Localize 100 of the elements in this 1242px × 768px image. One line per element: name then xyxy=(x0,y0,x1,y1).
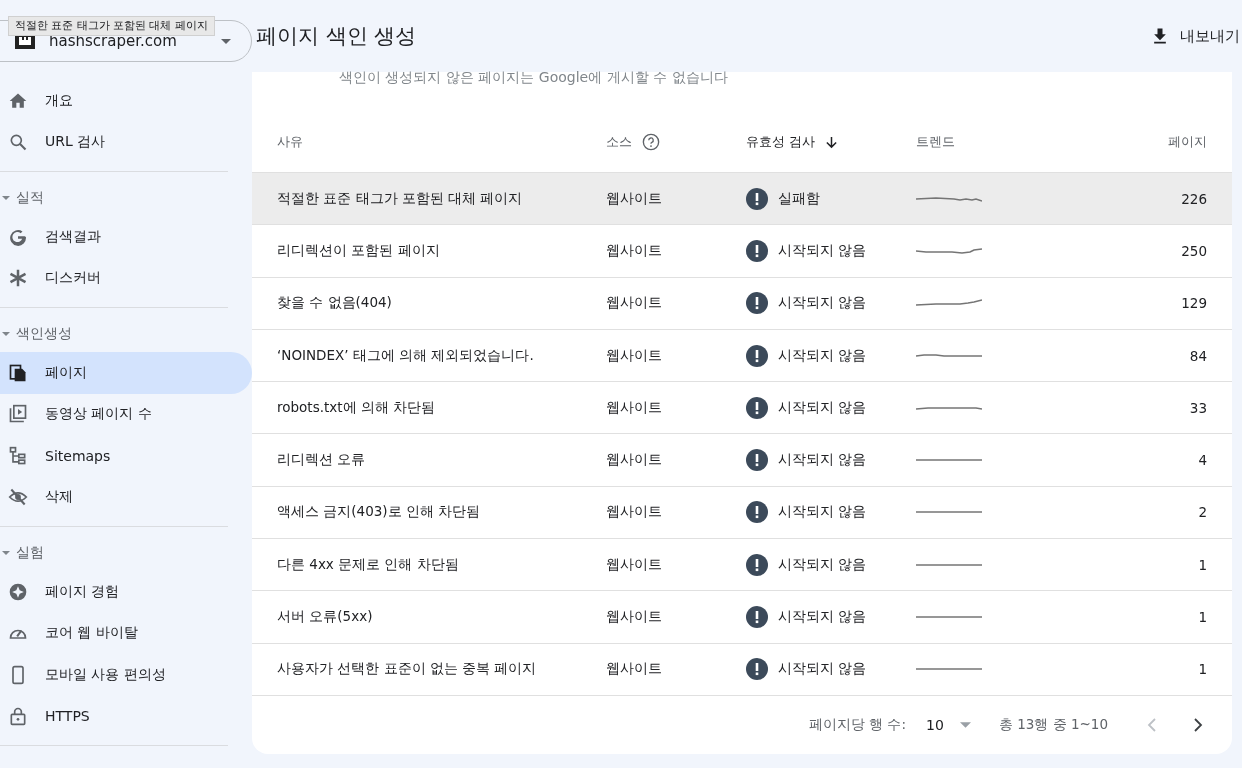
pages-cell-text: 1 xyxy=(1197,556,1208,573)
caret-icon xyxy=(2,196,10,200)
lock-icon xyxy=(8,706,28,727)
reason-cell-text: 리디렉션 오류 xyxy=(276,451,367,470)
validation-status: 시작되지 않음 xyxy=(778,398,867,417)
caret-icon xyxy=(2,551,10,555)
validation-status: 시작되지 않음 xyxy=(778,241,867,260)
dropdown-caret-icon xyxy=(959,721,971,728)
validation-status: 시작되지 않음 xyxy=(778,555,867,574)
source-cell-text: 웹사이트 xyxy=(606,660,663,679)
pages-cell-text: 226 xyxy=(1180,190,1208,207)
asterisk-icon xyxy=(8,268,28,289)
source-cell-text: 웹사이트 xyxy=(606,241,663,260)
validation-status: 시작되지 않음 xyxy=(778,346,867,365)
nav-item[interactable]: 모바일 사용 편의성 xyxy=(0,654,252,696)
column-header[interactable]: 페이지 xyxy=(1066,133,1232,151)
sparkle-circle-icon xyxy=(8,581,28,602)
table-row[interactable]: 적절한 표준 태그가 포함된 대체 페이지 웹사이트 실패함 226 xyxy=(252,173,1232,226)
reason-cell-text: 액세스 금지(403)로 인해 차단됨 xyxy=(276,503,482,522)
table-row[interactable]: 다른 4xx 문제로 인해 차단됨 웹사이트 시작되지 않음 1 xyxy=(252,539,1232,592)
dropdown-caret-icon xyxy=(221,38,231,44)
rows-per-page-label: 페이지당 행 수: xyxy=(808,715,907,734)
validation-status: 시작되지 않음 xyxy=(778,660,867,679)
next-page-icon[interactable] xyxy=(1192,716,1204,733)
table-row[interactable]: 리디렉션이 포함된 페이지 웹사이트 시작되지 않음 250 xyxy=(252,225,1232,278)
source-cell-text: 웹사이트 xyxy=(606,346,663,365)
alert-icon xyxy=(746,344,768,367)
reason-cell-text: 리디렉션이 포함된 페이지 xyxy=(276,241,441,260)
validation-status: 시작되지 않음 xyxy=(778,503,867,522)
sort-arrow-icon xyxy=(825,135,839,149)
alert-icon xyxy=(746,501,768,524)
nav-item[interactable]: 동영상 페이지 수 xyxy=(0,393,252,435)
nav-item[interactable]: Sitemaps xyxy=(0,435,252,477)
pages-cell-text: 4 xyxy=(1197,452,1208,469)
table-row[interactable]: 리디렉션 오류 웹사이트 시작되지 않음 4 xyxy=(252,434,1232,487)
search-icon xyxy=(8,132,28,153)
source-cell-text: 웹사이트 xyxy=(606,451,663,470)
table-row[interactable]: 서버 오류(5xx) 웹사이트 시작되지 않음 1 xyxy=(252,591,1232,644)
sitemap-icon xyxy=(8,445,28,466)
nav-item[interactable]: 개요 xyxy=(0,80,252,122)
reason-cell-text: 적절한 표준 태그가 포함된 대체 페이지 xyxy=(276,189,524,208)
nav-item[interactable]: 페이지 경험 xyxy=(0,571,252,613)
reason-cell-text: 다른 4xx 문제로 인해 차단됨 xyxy=(276,555,460,574)
section-header[interactable]: 실험 xyxy=(0,535,252,571)
table-row[interactable]: 사용자가 선택한 표준이 없는 중복 페이지 웹사이트 시작되지 않음 1 xyxy=(252,643,1232,696)
reason-cell-text: 찾을 수 없음(404) xyxy=(276,294,393,313)
pages-cell-text: 1 xyxy=(1197,609,1208,625)
pages-cell-text: 84 xyxy=(1188,347,1208,364)
alert-icon xyxy=(746,606,768,628)
column-header[interactable]: 소스 xyxy=(606,133,746,151)
alert-icon xyxy=(746,292,768,315)
table-row[interactable]: ‘NOINDEX’ 태그에 의해 제외되었습니다. 웹사이트 시작되지 않음 84 xyxy=(252,329,1232,383)
pages-cell-text: 129 xyxy=(1180,295,1208,312)
source-cell-text: 웹사이트 xyxy=(606,398,663,417)
alert-icon xyxy=(746,658,768,681)
table-row[interactable]: 찾을 수 없음(404) 웹사이트 시작되지 않음 129 xyxy=(252,277,1232,330)
caret-icon xyxy=(2,332,10,336)
reason-cell-text: 사용자가 선택한 표준이 없는 중복 페이지 xyxy=(276,660,538,679)
nav-item[interactable]: 코어 웹 바이탈 xyxy=(0,612,252,654)
validation-status: 시작되지 않음 xyxy=(778,451,867,470)
pages-cell-text: 1 xyxy=(1197,661,1208,678)
validation-status: 시작되지 않음 xyxy=(778,294,867,313)
source-cell-text: 웹사이트 xyxy=(606,503,663,522)
export-button[interactable]: 내보내기 xyxy=(1150,26,1242,46)
validation-status: 시작되지 않음 xyxy=(778,608,867,626)
nav-item[interactable]: 페이지 xyxy=(0,352,252,394)
pages-icon xyxy=(8,362,28,383)
nav-item[interactable]: 검색결과 xyxy=(0,216,252,258)
reason-cell-text: ‘NOINDEX’ 태그에 의해 제외되었습니다. xyxy=(276,346,535,365)
nav-item[interactable]: HTTPS xyxy=(0,695,252,737)
page-title: 페이지 색인 생성 xyxy=(256,23,417,50)
section-header[interactable]: 색인생성 xyxy=(0,316,252,352)
alert-icon xyxy=(746,239,768,262)
column-header[interactable]: 유효성 검사 xyxy=(746,133,916,151)
pages-cell-text: 33 xyxy=(1188,399,1208,416)
tooltip: 적절한 표준 태그가 포함된 대체 페이지 xyxy=(8,16,215,36)
alert-icon xyxy=(746,396,768,419)
nav-item[interactable]: URL 검사 xyxy=(0,121,252,163)
source-cell-text: 웹사이트 xyxy=(606,189,663,208)
reason-cell-text: 서버 오류(5xx) xyxy=(276,608,374,626)
table-row[interactable]: robots.txt에 의해 차단됨 웹사이트 시작되지 않음 33 xyxy=(252,382,1232,435)
rows-per-page-select[interactable]: 10 xyxy=(926,716,971,733)
nav-item[interactable]: 디스커버 xyxy=(0,257,252,299)
hidden-eye-icon xyxy=(8,487,28,508)
reason-cell-text: robots.txt에 의해 차단됨 xyxy=(276,398,437,417)
video-page-icon xyxy=(8,404,28,425)
alert-icon xyxy=(746,187,768,210)
column-header[interactable]: 트렌드 xyxy=(916,133,1066,151)
source-cell-text: 웹사이트 xyxy=(606,608,663,626)
source-cell-text: 웹사이트 xyxy=(606,555,663,574)
source-cell-text: 웹사이트 xyxy=(606,294,663,313)
alert-icon xyxy=(746,449,768,472)
alert-icon xyxy=(746,553,768,576)
help-icon[interactable] xyxy=(642,133,660,151)
column-header[interactable]: 사유 xyxy=(252,133,606,151)
table-row[interactable]: 액세스 금지(403)로 인해 차단됨 웹사이트 시작되지 않음 2 xyxy=(252,486,1232,540)
nav-item[interactable]: 삭제 xyxy=(0,476,252,518)
pages-cell-text: 2 xyxy=(1197,504,1208,521)
pages-cell-text: 250 xyxy=(1180,242,1208,259)
section-header[interactable]: 실적 xyxy=(0,180,252,216)
